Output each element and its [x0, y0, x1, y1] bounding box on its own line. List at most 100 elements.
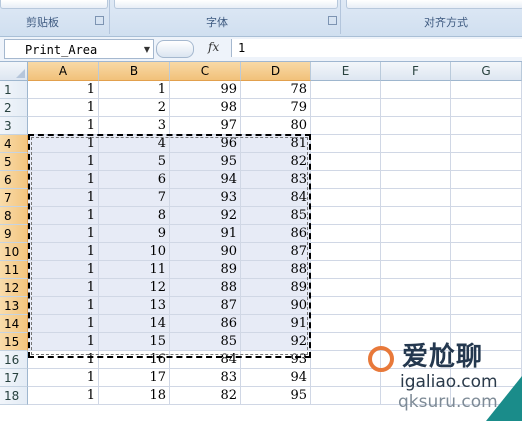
cell-g9[interactable] [451, 225, 522, 243]
select-all-button[interactable] [0, 62, 28, 81]
cell-e12[interactable] [311, 279, 381, 297]
row-header[interactable]: 14 [0, 315, 28, 333]
cell-b17[interactable]: 17 [99, 369, 170, 387]
cell-c1[interactable]: 99 [170, 81, 241, 99]
cell-c10[interactable]: 90 [170, 243, 241, 261]
cell-a11[interactable]: 1 [28, 261, 99, 279]
row-header[interactable]: 13 [0, 297, 28, 315]
cell-f16[interactable] [381, 351, 451, 369]
cell-f11[interactable] [381, 261, 451, 279]
resize-handle-icon[interactable] [156, 40, 194, 58]
cell-e9[interactable] [311, 225, 381, 243]
row-header[interactable]: 1 [0, 81, 28, 99]
cell-d6[interactable]: 83 [241, 171, 311, 189]
cell-d17[interactable]: 94 [241, 369, 311, 387]
cell-f14[interactable] [381, 315, 451, 333]
row-header[interactable]: 2 [0, 99, 28, 117]
cell-c8[interactable]: 92 [170, 207, 241, 225]
cell-a9[interactable]: 1 [28, 225, 99, 243]
row-header[interactable]: 16 [0, 351, 28, 369]
cell-g17[interactable] [451, 369, 522, 387]
cell-g1[interactable] [451, 81, 522, 99]
cell-g15[interactable] [451, 333, 522, 351]
row-header[interactable]: 7 [0, 189, 28, 207]
cell-b10[interactable]: 10 [99, 243, 170, 261]
cell-b1[interactable]: 1 [99, 81, 170, 99]
cell-c14[interactable]: 86 [170, 315, 241, 333]
cell-g14[interactable] [451, 315, 522, 333]
cell-a14[interactable]: 1 [28, 315, 99, 333]
cell-f10[interactable] [381, 243, 451, 261]
row-header[interactable]: 10 [0, 243, 28, 261]
cell-b14[interactable]: 14 [99, 315, 170, 333]
cell-e6[interactable] [311, 171, 381, 189]
column-header-e[interactable]: E [311, 62, 381, 81]
column-header-g[interactable]: G [451, 62, 522, 81]
cell-e8[interactable] [311, 207, 381, 225]
column-header-c[interactable]: C [170, 62, 241, 81]
cell-b16[interactable]: 16 [99, 351, 170, 369]
cell-d10[interactable]: 87 [241, 243, 311, 261]
cell-f15[interactable] [381, 333, 451, 351]
cell-c11[interactable]: 89 [170, 261, 241, 279]
row-header[interactable]: 6 [0, 171, 28, 189]
cell-f9[interactable] [381, 225, 451, 243]
cell-a7[interactable]: 1 [28, 189, 99, 207]
ribbon-button-strip[interactable] [0, 0, 108, 9]
cell-g13[interactable] [451, 297, 522, 315]
cell-f12[interactable] [381, 279, 451, 297]
row-header[interactable]: 11 [0, 261, 28, 279]
cell-d18[interactable]: 95 [241, 387, 311, 405]
cell-g12[interactable] [451, 279, 522, 297]
cell-e7[interactable] [311, 189, 381, 207]
formula-input[interactable]: 1 [231, 39, 522, 57]
cell-d15[interactable]: 92 [241, 333, 311, 351]
cell-b13[interactable]: 13 [99, 297, 170, 315]
row-header[interactable]: 3 [0, 117, 28, 135]
cell-c7[interactable]: 93 [170, 189, 241, 207]
cell-a12[interactable]: 1 [28, 279, 99, 297]
cell-f18[interactable] [381, 387, 451, 405]
cell-d4[interactable]: 81 [241, 135, 311, 153]
cell-d7[interactable]: 84 [241, 189, 311, 207]
cell-e15[interactable] [311, 333, 381, 351]
cell-f8[interactable] [381, 207, 451, 225]
cell-d2[interactable]: 79 [241, 99, 311, 117]
cell-e2[interactable] [311, 99, 381, 117]
cell-a2[interactable]: 1 [28, 99, 99, 117]
cell-c3[interactable]: 97 [170, 117, 241, 135]
cell-e10[interactable] [311, 243, 381, 261]
cell-b4[interactable]: 4 [99, 135, 170, 153]
row-header[interactable]: 8 [0, 207, 28, 225]
cell-b18[interactable]: 18 [99, 387, 170, 405]
cell-a4[interactable]: 1 [28, 135, 99, 153]
row-header[interactable]: 17 [0, 369, 28, 387]
cell-d14[interactable]: 91 [241, 315, 311, 333]
cell-g5[interactable] [451, 153, 522, 171]
ribbon-button-strip[interactable] [346, 0, 522, 9]
cell-e3[interactable] [311, 117, 381, 135]
cell-c15[interactable]: 85 [170, 333, 241, 351]
cell-d8[interactable]: 85 [241, 207, 311, 225]
row-header[interactable]: 12 [0, 279, 28, 297]
cell-b5[interactable]: 5 [99, 153, 170, 171]
cell-c9[interactable]: 91 [170, 225, 241, 243]
column-header-d[interactable]: D [241, 62, 311, 81]
cell-c6[interactable]: 94 [170, 171, 241, 189]
cell-c12[interactable]: 88 [170, 279, 241, 297]
cell-g7[interactable] [451, 189, 522, 207]
cell-f4[interactable] [381, 135, 451, 153]
cell-g16[interactable] [451, 351, 522, 369]
cell-e16[interactable] [311, 351, 381, 369]
cell-c5[interactable]: 95 [170, 153, 241, 171]
column-header-f[interactable]: F [381, 62, 451, 81]
cell-b8[interactable]: 8 [99, 207, 170, 225]
cell-b6[interactable]: 6 [99, 171, 170, 189]
cell-a10[interactable]: 1 [28, 243, 99, 261]
cell-b11[interactable]: 11 [99, 261, 170, 279]
cell-g10[interactable] [451, 243, 522, 261]
cell-f6[interactable] [381, 171, 451, 189]
cell-g18[interactable] [451, 387, 522, 405]
cell-a5[interactable]: 1 [28, 153, 99, 171]
cell-f3[interactable] [381, 117, 451, 135]
